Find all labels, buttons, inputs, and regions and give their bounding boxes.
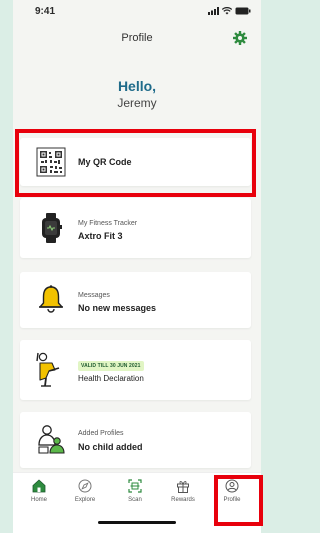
tab-home[interactable]: Home: [17, 479, 61, 503]
added-profiles-card[interactable]: Added Profiles No child added: [20, 412, 251, 468]
fitness-tracker-card[interactable]: My Fitness Tracker Axtro Fit 3: [20, 198, 251, 258]
person-stretch-icon: [36, 352, 60, 387]
fitness-card-title: Axtro Fit 3: [78, 231, 123, 241]
tab-home-label: Home: [30, 497, 47, 503]
home-indicator: [98, 521, 176, 524]
fitness-card-subtitle: My Fitness Tracker: [78, 220, 138, 227]
status-time: 9:41: [35, 6, 56, 17]
greeting-hello: Hello,: [117, 78, 157, 94]
greeting-name: Jeremy: [117, 96, 157, 110]
page-title: Profile: [121, 32, 153, 44]
health-card-title: Health Declaration: [78, 374, 144, 383]
status-bar: 9:41: [13, 0, 261, 24]
health-declaration-card[interactable]: VALID TILL 30 JUN 2021 Health Declaratio…: [20, 340, 251, 400]
compass-icon: [78, 479, 92, 493]
profiles-card-subtitle: Added Profiles: [78, 430, 124, 437]
tab-scan-label: Scan: [128, 497, 142, 503]
family-icon: [38, 425, 65, 454]
battery-icon: [235, 7, 251, 15]
home-icon: [32, 479, 46, 493]
qr-card-highlight: [15, 129, 256, 197]
app-screen: 9:41 Profile Hello, Jeremy My QR Code My…: [13, 0, 261, 533]
tab-explore-label: Explore: [74, 497, 96, 503]
tab-rewards-label: Rewards: [171, 497, 195, 503]
messages-card-title: No new messages: [78, 303, 157, 313]
scan-icon: [128, 479, 142, 493]
messages-card-subtitle: Messages: [78, 292, 110, 299]
tab-explore[interactable]: Explore: [63, 479, 107, 503]
tab-rewards[interactable]: Rewards: [161, 479, 205, 503]
status-icons: [208, 7, 251, 15]
profile-tab-highlight: [214, 475, 263, 526]
messages-card[interactable]: Messages No new messages: [20, 272, 251, 328]
validity-badge: VALID TILL 30 JUN 2021: [78, 361, 144, 371]
profiles-card-title: No child added: [78, 442, 143, 452]
gift-icon: [177, 481, 189, 493]
bell-icon: [39, 285, 63, 313]
smartwatch-icon: [42, 213, 62, 243]
gear-icon[interactable]: [233, 31, 247, 45]
tab-scan[interactable]: Scan: [113, 479, 157, 503]
wifi-icon: [222, 7, 232, 15]
signal-icon: [208, 7, 219, 15]
